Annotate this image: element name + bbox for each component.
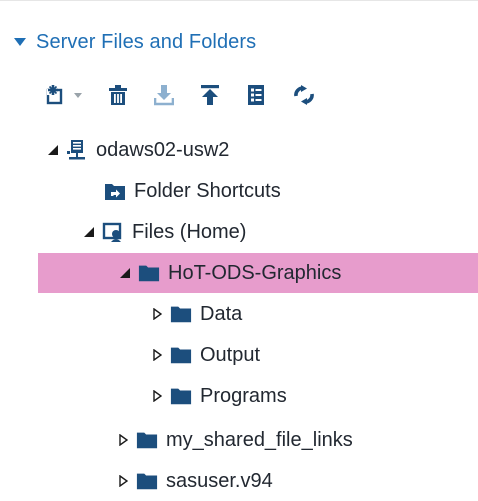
chevron-down-icon[interactable]: [74, 92, 82, 98]
tree-node-label: sasuser.v94: [166, 469, 273, 492]
collapse-caret-icon[interactable]: [14, 38, 26, 46]
folder-icon: [138, 262, 160, 284]
expanded-triangle-icon[interactable]: [118, 266, 132, 280]
upload-icon: [200, 84, 220, 106]
tree-node-data[interactable]: Data: [0, 294, 478, 334]
tree-node-label: odaws02-usw2: [96, 138, 230, 161]
trash-icon: [108, 84, 128, 106]
new-item-icon: [46, 84, 68, 106]
tree-node-folder-shortcuts[interactable]: Folder Shortcuts: [0, 171, 478, 211]
properties-button[interactable]: [246, 80, 266, 110]
download-icon: [154, 84, 174, 106]
tree-node-programs[interactable]: Programs: [0, 376, 478, 416]
folder-icon: [136, 429, 158, 451]
expanded-triangle-icon[interactable]: [82, 225, 96, 239]
properties-icon: [246, 84, 266, 106]
refresh-button[interactable]: [292, 80, 316, 110]
folder-shortcut-icon: [104, 180, 126, 202]
collapsed-triangle-icon[interactable]: [116, 474, 130, 488]
tree-node-label: HoT-ODS-Graphics: [168, 261, 342, 284]
tree-node-output[interactable]: Output: [0, 335, 478, 375]
panel-title: Server Files and Folders: [36, 30, 257, 53]
tree-node-label: Output: [200, 343, 261, 366]
collapsed-triangle-icon[interactable]: [150, 389, 164, 403]
tree-node-files-home[interactable]: Files (Home): [0, 212, 478, 252]
tree-node-server[interactable]: odaws02-usw2: [0, 130, 478, 170]
folder-icon: [136, 470, 158, 492]
folder-icon: [170, 385, 192, 407]
panel-top-border: [0, 0, 478, 1]
server-icon: [66, 139, 88, 161]
collapsed-triangle-icon[interactable]: [150, 348, 164, 362]
tree-node-label: my_shared_file_links: [166, 428, 353, 451]
refresh-icon: [292, 84, 316, 106]
folder-icon: [170, 303, 192, 325]
folder-icon: [170, 344, 192, 366]
server-files-panel-header[interactable]: Server Files and Folders: [14, 28, 256, 56]
upload-button[interactable]: [200, 80, 220, 110]
collapsed-triangle-icon[interactable]: [116, 433, 130, 447]
tree-node-my-shared-file-links[interactable]: my_shared_file_links: [0, 420, 478, 460]
download-button[interactable]: [154, 80, 174, 110]
tree-node-sasuser[interactable]: sasuser.v94: [0, 461, 478, 501]
tree-node-label: Data: [200, 302, 243, 325]
tree-node-label: Folder Shortcuts: [134, 179, 281, 202]
home-files-icon: [102, 221, 124, 243]
delete-button[interactable]: [108, 80, 128, 110]
tree-node-label: Files (Home): [132, 220, 247, 243]
expanded-triangle-icon[interactable]: [46, 143, 60, 157]
tree-node-label: Programs: [200, 384, 287, 407]
tree-node-hot-ods-graphics[interactable]: HoT-ODS-Graphics: [38, 253, 478, 293]
new-item-button[interactable]: [46, 80, 82, 110]
toolbar: [46, 80, 342, 110]
collapsed-triangle-icon[interactable]: [150, 307, 164, 321]
